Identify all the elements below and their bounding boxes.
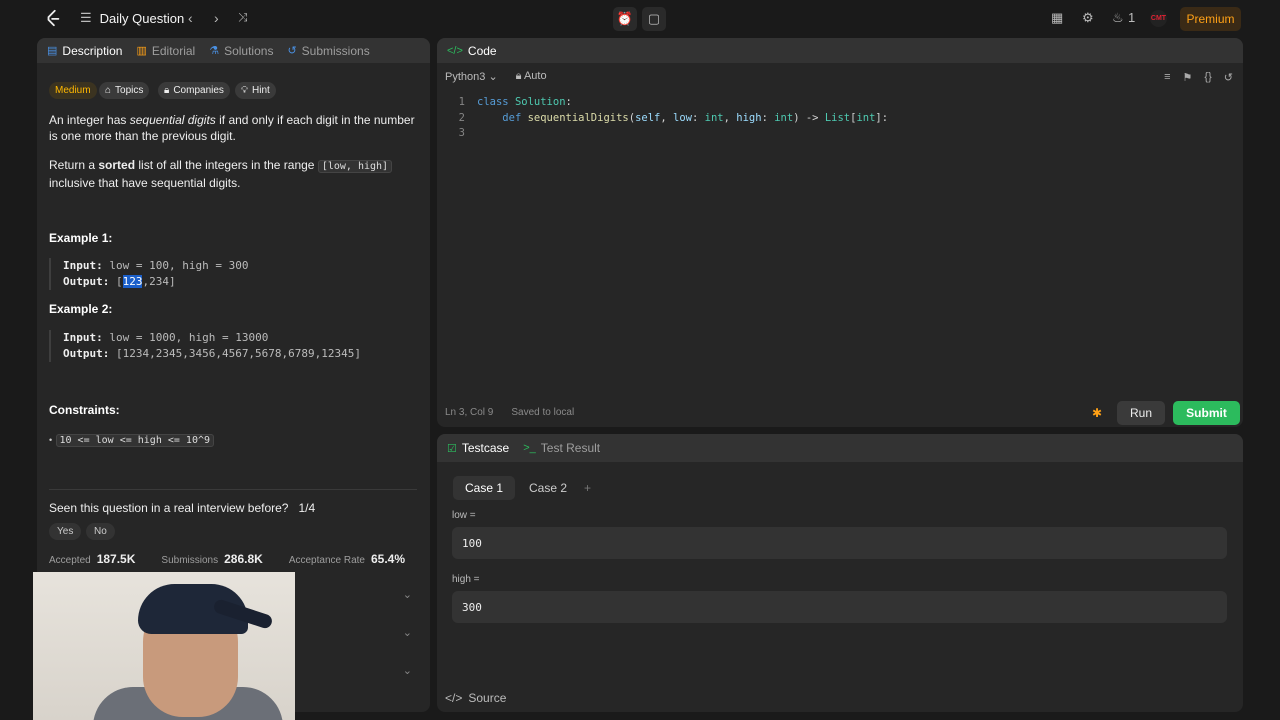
var-high-label: high = xyxy=(452,574,480,585)
editor-status: Ln 3, Col 9 Saved to local xyxy=(445,407,575,418)
debug-icon[interactable]: ✱ xyxy=(1092,406,1102,420)
code-icon: </> xyxy=(445,691,463,705)
interview-question: Seen this question in a real interview b… xyxy=(49,501,316,515)
chevron-down-icon: ⌄ xyxy=(488,71,498,83)
alarm-clock-icon: ⏰ xyxy=(616,11,634,26)
run-button[interactable]: Run xyxy=(1117,401,1165,425)
difficulty-badge: Medium xyxy=(49,82,97,99)
constraints-title: Constraints: xyxy=(49,403,120,417)
description-paragraph-2: Return a sorted list of all the integers… xyxy=(49,157,419,191)
streak-count: 1 xyxy=(1128,10,1136,25)
list-icon[interactable]: ☰ xyxy=(80,10,92,26)
code-line: 2 def sequentialDigits(self, low: int, h… xyxy=(458,111,889,124)
constraint-item: • 10 <= low <= high <= 10^9 xyxy=(49,431,419,449)
example-1-title: Example 1: xyxy=(49,231,113,245)
language-select[interactable]: Python3 ⌄ xyxy=(445,70,498,83)
code-header: </> Code xyxy=(437,38,1243,63)
terminal-icon: >_ xyxy=(523,442,536,454)
lock-icon: 🔒︎ xyxy=(164,85,170,96)
tab-testcase[interactable]: ☑ Testcase xyxy=(447,441,509,455)
book-icon: ▥ xyxy=(136,45,147,57)
format-icon[interactable]: ≡ xyxy=(1164,71,1170,84)
code-tools: ≡ ⚑ {} ↺ xyxy=(1164,71,1233,84)
tab-case-2[interactable]: Case 2 xyxy=(517,476,579,500)
top-nav: ☰ Daily Question ‹ › ⤨ ⏰ ▢ ▦ ⚙ ♨ 1 CMT P… xyxy=(0,0,1280,37)
example-1-block: Input: low = 100, high = 300 Output: [12… xyxy=(49,258,409,290)
history-icon: ↺ xyxy=(287,45,297,57)
braces-icon[interactable]: {} xyxy=(1204,71,1211,84)
language-bar: Python3 ⌄ 🔒︎ Auto xyxy=(445,70,547,83)
example-2-block: Input: low = 1000, high = 13000 Output: … xyxy=(49,330,409,362)
premium-button[interactable]: Premium xyxy=(1180,7,1241,31)
submit-button[interactable]: Submit xyxy=(1173,401,1240,425)
avatar[interactable]: CMT xyxy=(1150,10,1167,27)
bookmark-icon[interactable]: ⚑ xyxy=(1183,71,1193,84)
tag-icon: ⌂ xyxy=(105,85,112,96)
yes-button[interactable]: Yes xyxy=(49,523,82,540)
chevron-down-icon: ⌄ xyxy=(402,589,412,601)
testcase-panel: ☑ Testcase >_ Test Result Case 1 Case 2 + … xyxy=(437,434,1243,712)
notes-button[interactable]: ▢ xyxy=(642,7,666,31)
var-low-label: low = xyxy=(452,510,476,521)
reset-icon[interactable]: ↺ xyxy=(1224,71,1233,84)
hint-button[interactable]: 💡︎ Hint xyxy=(235,82,276,99)
leetcode-logo-icon[interactable] xyxy=(44,9,62,27)
code-editor[interactable]: 1 class Solution: 2 def sequentialDigits(… xyxy=(437,96,1243,143)
webcam-overlay xyxy=(33,572,295,720)
note-icon: ▢ xyxy=(647,11,661,26)
code-icon: </> xyxy=(447,44,463,57)
topics-button[interactable]: ⌂ Topics xyxy=(99,82,150,99)
add-case-button[interactable]: + xyxy=(572,476,603,500)
lock-icon: 🔒︎ xyxy=(515,70,522,82)
testcase-header: ☑ Testcase >_ Test Result xyxy=(437,434,1243,462)
tab-case-1[interactable]: Case 1 xyxy=(453,476,516,500)
tab-code[interactable]: </> Code xyxy=(447,44,497,58)
description-paragraph-1: An integer has sequential digits if and … xyxy=(49,113,415,143)
tab-test-result[interactable]: >_ Test Result xyxy=(523,441,600,455)
gear-icon[interactable]: ⚙ xyxy=(1082,10,1094,26)
prev-question-icon[interactable]: ‹ xyxy=(188,10,193,26)
selected-text: 123 xyxy=(122,275,143,288)
var-high-input[interactable]: 300 xyxy=(452,591,1227,623)
description-tabs: ▤ Description ▥ Editorial ⚗ Solutions ↺ Subm… xyxy=(37,38,430,63)
no-button[interactable]: No xyxy=(86,523,115,540)
next-question-icon[interactable]: › xyxy=(214,10,219,26)
checkbox-icon: ☑ xyxy=(447,442,457,455)
tab-submissions[interactable]: ↺ Submissions xyxy=(287,44,369,58)
timer-button[interactable]: ⏰ xyxy=(613,7,637,31)
auto-mode[interactable]: 🔒︎ Auto xyxy=(516,70,547,83)
source-link[interactable]: </> Source xyxy=(445,691,506,705)
problem-list-title[interactable]: Daily Question xyxy=(100,11,185,26)
code-line: 1 class Solution: xyxy=(458,96,572,108)
chevron-down-icon: ⌄ xyxy=(402,665,412,677)
example-2-title: Example 2: xyxy=(49,302,113,316)
code-panel: </> Code Python3 ⌄ 🔒︎ Auto ≡ ⚑ {} ↺ 1 clas… xyxy=(437,38,1243,427)
var-low-input[interactable]: 100 xyxy=(452,527,1227,559)
lightbulb-icon: 💡︎ xyxy=(241,85,248,96)
chevron-down-icon: ⌄ xyxy=(402,627,412,639)
flask-icon: ⚗ xyxy=(209,45,220,57)
flame-icon[interactable]: ♨ xyxy=(1112,10,1124,26)
document-icon: ▤ xyxy=(47,45,58,57)
stats-row: Accepted 187.5K Submissions 286.8K Accepta… xyxy=(49,552,406,566)
tab-solutions[interactable]: ⚗ Solutions xyxy=(209,44,273,58)
shuffle-icon[interactable]: ⤨ xyxy=(238,10,248,25)
companies-button[interactable]: 🔒︎ Companies xyxy=(158,82,230,99)
code-line: 3 xyxy=(458,127,465,139)
tab-description[interactable]: ▤ Description xyxy=(47,44,122,58)
divider xyxy=(49,489,417,490)
layout-grid-icon[interactable]: ▦ xyxy=(1051,10,1063,26)
tab-editorial[interactable]: ▥ Editorial xyxy=(136,44,195,58)
